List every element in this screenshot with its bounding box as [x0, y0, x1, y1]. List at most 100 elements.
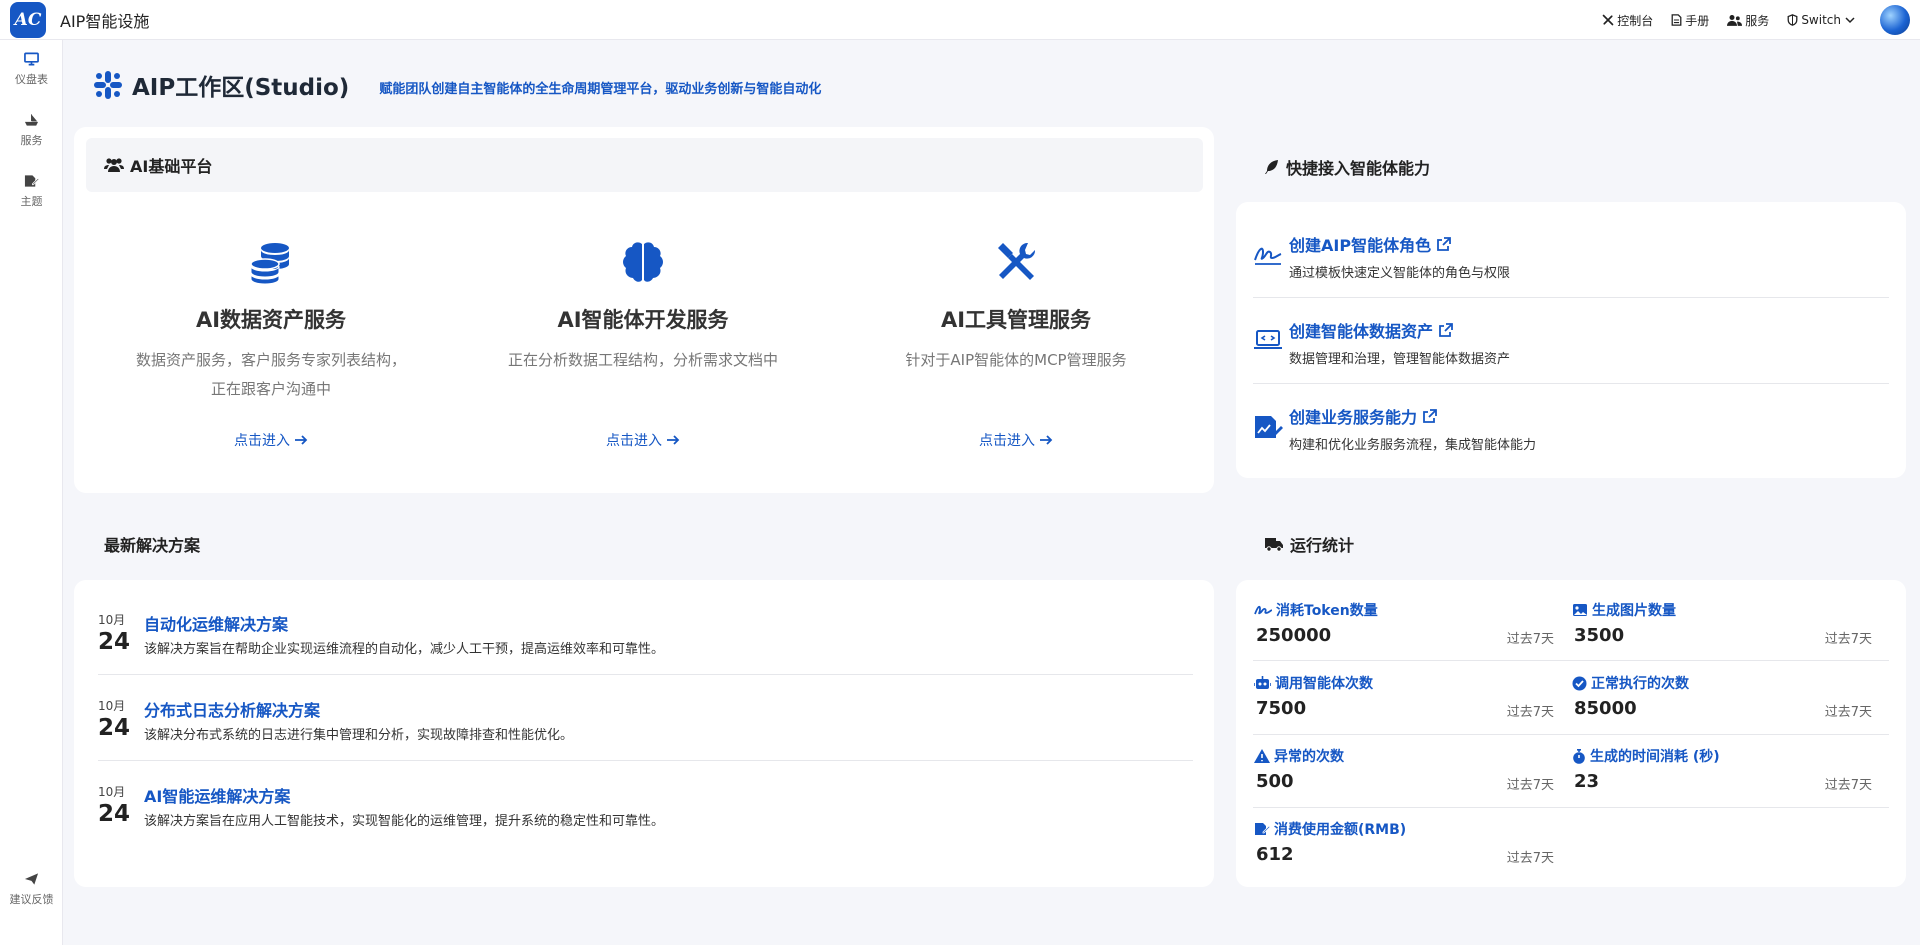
nav-console[interactable]: 控制台: [1602, 12, 1653, 29]
tools-icon: [998, 242, 1036, 280]
signature-icon: [1254, 247, 1282, 265]
quick-item[interactable]: 创建智能体数据资产 数据管理和治理，管理智能体数据资产: [1253, 318, 1889, 404]
stat-period: 过去7天: [1824, 632, 1872, 647]
nav-service-label: 服务: [1745, 13, 1770, 28]
enter-link[interactable]: 点击进入: [851, 430, 1181, 450]
users-icon: [104, 158, 124, 172]
quick-item[interactable]: 创建AIP智能体角色 通过模板快速定义智能体的角色与权限: [1253, 232, 1889, 318]
quick-item-title[interactable]: 创建AIP智能体角色: [1289, 232, 1510, 256]
news-title[interactable]: AI智能运维解决方案: [144, 783, 290, 807]
list-item[interactable]: 10月 24 AI智能运维解决方案 该解决方案旨在应用人工智能技术，实现智能化的…: [98, 783, 1193, 853]
edit-file-icon: [1255, 823, 1270, 835]
sidebar-item-dashboard[interactable]: 仪盘表: [0, 52, 63, 87]
quick-item-label: 创建业务服务能力: [1289, 408, 1418, 427]
stat-agent-calls: 调用智能体次数 7500 过去7天: [1254, 673, 1554, 737]
stat-period: 过去7天: [1824, 705, 1872, 720]
arrow-right-icon: [295, 435, 308, 445]
news-month: 10月: [98, 613, 126, 627]
chevron-down-icon: [1845, 17, 1855, 24]
quick-item[interactable]: 创建业务服务能力 构建和优化业务服务流程，集成智能体能力: [1253, 404, 1889, 490]
enter-link-label: 点击进入: [234, 433, 290, 449]
divider: [1253, 807, 1889, 808]
feather-icon: [1265, 160, 1278, 174]
news-title[interactable]: 自动化运维解决方案: [144, 611, 288, 635]
nav-manual-label: 手册: [1685, 13, 1710, 28]
service-tool-mgmt: AI工具管理服务 针对于AIP智能体的MCP管理服务 点击进入: [851, 240, 1181, 449]
app-logo[interactable]: AC: [10, 1, 46, 38]
quick-item-title[interactable]: 创建业务服务能力: [1289, 404, 1536, 428]
image-icon: [1573, 604, 1587, 616]
quick-title: 快捷接入智能体能力: [1286, 159, 1431, 178]
stat-value: 612: [1256, 844, 1294, 865]
divider: [1253, 383, 1889, 384]
arrow-right-icon: [1040, 435, 1053, 445]
list-item[interactable]: 10月 24 分布式日志分析解决方案 该解决分布式系统的日志进行集中管理和分析，…: [98, 697, 1193, 767]
quick-item-desc: 构建和优化业务服务流程，集成智能体能力: [1289, 438, 1537, 453]
logo-text: AC: [14, 9, 42, 30]
stat-value: 85000: [1574, 698, 1637, 719]
robot-icon: [1254, 676, 1271, 689]
sidebar-item-label: 仪盘表: [15, 73, 48, 86]
enter-link[interactable]: 点击进入: [106, 430, 436, 450]
divider: [1253, 297, 1889, 298]
signature-icon: [1254, 605, 1272, 615]
laptop-code-icon: [1254, 330, 1282, 349]
solutions-title: 最新解决方案: [104, 536, 201, 555]
quick-item-desc: 数据管理和治理，管理智能体数据资产: [1289, 352, 1511, 367]
news-title[interactable]: 分布式日志分析解决方案: [144, 697, 320, 721]
service-agent-dev: AI智能体开发服务 正在分析数据工程结构，分析需求文档中 点击进入: [478, 240, 808, 449]
stat-token: 消耗Token数量 250000 过去7天: [1254, 600, 1554, 664]
news-date: 10月 24: [98, 697, 134, 741]
stat-label: 生成的时间消耗 (秒): [1590, 749, 1720, 765]
divider: [98, 760, 1193, 761]
sidebar-feedback[interactable]: 建议反馈: [0, 872, 63, 907]
stat-period: 过去7天: [1506, 851, 1554, 866]
brand-title: AIP智能设施: [60, 11, 150, 31]
nav-switch[interactable]: Switch: [1787, 13, 1858, 27]
stat-value: 23: [1574, 771, 1600, 792]
stat-label: 调用智能体次数: [1275, 676, 1373, 692]
stat-period: 过去7天: [1506, 705, 1554, 720]
sidebar-item-label: 服务: [20, 134, 43, 147]
news-day: 24: [98, 801, 131, 827]
enter-link[interactable]: 点击进入: [478, 430, 808, 450]
stats-title: 运行统计: [1290, 536, 1355, 555]
shield-icon: [1787, 14, 1798, 26]
service-data-asset: AI数据资产服务 数据资产服务，客户服务专家列表结构，正在跟客户沟通中 点击进入: [106, 240, 436, 449]
list-item[interactable]: 10月 24 自动化运维解决方案 该解决方案旨在帮助企业实现运维流程的自动化，减…: [98, 611, 1193, 681]
sidebar-item-service[interactable]: 服务: [0, 113, 63, 148]
stat-period: 过去7天: [1506, 632, 1554, 647]
users-icon: [1727, 15, 1743, 26]
nav-switch-label: Switch: [1801, 13, 1841, 27]
send-icon: [24, 873, 39, 885]
news-day: 24: [98, 629, 131, 655]
tools-icon: [1602, 14, 1614, 26]
divider: [1253, 660, 1889, 661]
stat-value: 500: [1256, 771, 1294, 792]
service-desc: 针对于AIP智能体的MCP管理服务: [905, 351, 1127, 369]
service-title: AI智能体开发服务: [557, 308, 729, 332]
warning-icon: [1254, 749, 1270, 763]
stat-value: 7500: [1256, 698, 1307, 719]
stat-label: 异常的次数: [1274, 749, 1344, 765]
database-icon: [250, 243, 289, 284]
monitor-icon: [24, 52, 39, 66]
chart-edit-icon: [1255, 416, 1283, 438]
news-date: 10月 24: [98, 783, 134, 827]
stat-label: 正常执行的次数: [1591, 676, 1689, 692]
nav-manual[interactable]: 手册: [1671, 12, 1709, 29]
service-title: AI数据资产服务: [195, 308, 347, 332]
avatar[interactable]: [1880, 5, 1910, 35]
news-desc: 该解决方案旨在应用人工智能技术，实现智能化的运维管理，提升系统的稳定性和可靠性。: [144, 814, 665, 829]
sidebar-item-topic[interactable]: 主题: [0, 174, 63, 209]
slack-icon: [94, 71, 122, 99]
nav-service[interactable]: 服务: [1727, 12, 1769, 29]
news-desc: 该解决分布式系统的日志进行集中管理和分析，实现故障排查和性能优化。: [144, 728, 574, 743]
stat-duration: 生成的时间消耗 (秒) 23 过去7天: [1572, 746, 1872, 810]
stat-cost: 消费使用金额(RMB) 612 过去7天: [1254, 819, 1554, 883]
news-desc: 该解决方案旨在帮助企业实现运维流程的自动化，减少人工干预，提高运维效率和可靠性。: [144, 642, 665, 657]
news-month: 10月: [98, 785, 126, 799]
stat-value: 3500: [1574, 625, 1625, 646]
quick-item-title[interactable]: 创建智能体数据资产: [1289, 318, 1510, 342]
quick-item-desc: 通过模板快速定义智能体的角色与权限: [1289, 266, 1511, 281]
